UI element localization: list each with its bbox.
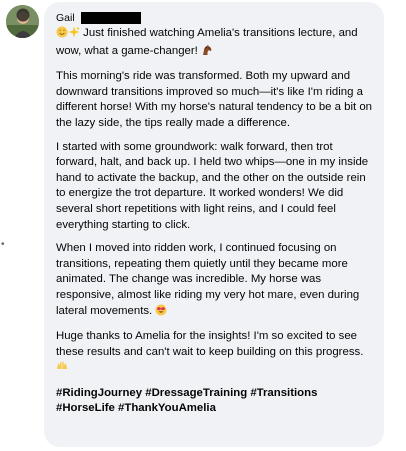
raising-hands-icon (56, 360, 68, 378)
comment-author-name[interactable]: Gail (56, 12, 75, 24)
comment-paragraph-intro: Just finished watching Amelia's transiti… (56, 26, 372, 61)
heart-eyes-icon (155, 304, 167, 322)
comment-thread: • Gail Just finished watching Amelia's t… (0, 0, 406, 451)
comment-text: Huge thanks to Amelia for the insights! … (56, 330, 364, 358)
thread-connector-mark: • (1, 239, 5, 250)
comment-paragraph: When I moved into ridden work, I continu… (56, 241, 372, 321)
redacted-name-block (80, 12, 141, 24)
comment-bubble: Gail Just finished watching Amelia's tra… (44, 2, 384, 447)
horse-icon (201, 44, 213, 62)
comment-paragraph: I started with some groundwork: walk for… (56, 140, 369, 231)
sparkles-icon (68, 26, 80, 44)
hashtag-links[interactable]: #RidingJourney #DressageTraining #Transi… (56, 386, 372, 417)
comment-body: Just finished watching Amelia's transiti… (56, 26, 372, 417)
comment-paragraph: Huge thanks to Amelia for the insights! … (56, 329, 372, 378)
comment-header: Gail (56, 11, 372, 25)
star-face-icon (56, 26, 68, 44)
user-avatar-photo-icon (6, 5, 39, 38)
comment-text: When I moved into ridden work, I continu… (56, 242, 360, 317)
comment-paragraph: This morning's ride was transformed. Bot… (56, 70, 373, 129)
avatar[interactable] (6, 5, 39, 38)
